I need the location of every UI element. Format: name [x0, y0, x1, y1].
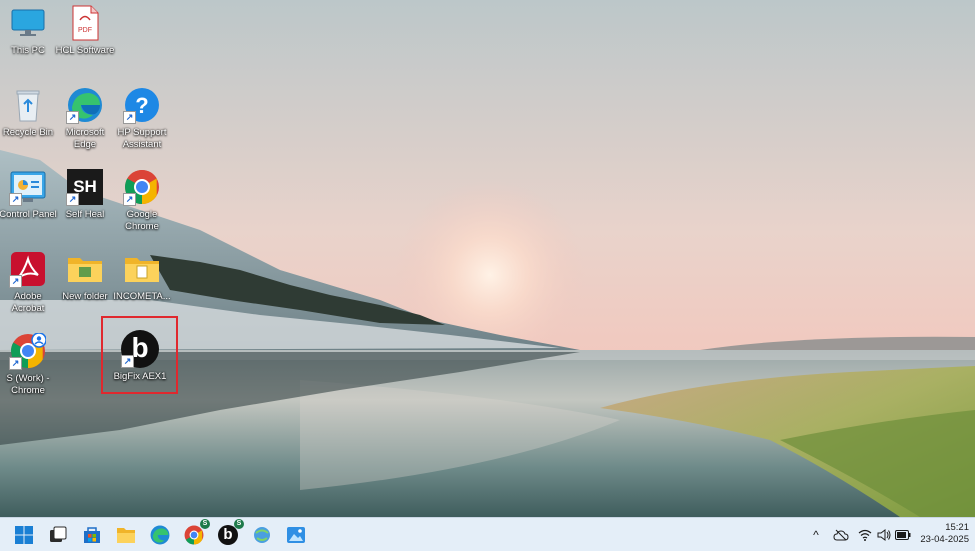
desktop-icon-self-heal[interactable]: SH ↗ Self Heal — [57, 168, 113, 221]
recycle-bin-icon — [9, 86, 47, 124]
desktop-icon-label: New folder — [62, 291, 108, 302]
desktop-icon-adobe-acrobat[interactable]: ↗ Adobe Acrobat — [0, 250, 56, 315]
clock-time: 15:21 — [945, 522, 969, 533]
desktop-icon-label: Self Heal — [65, 209, 105, 220]
monitor-icon — [9, 4, 47, 42]
svg-text:PDF: PDF — [78, 27, 92, 34]
cloud-offline-icon[interactable] — [831, 518, 851, 551]
desktop-icon-label: S (Work) - Chrome — [6, 373, 50, 396]
shortcut-arrow-icon: ↗ — [123, 111, 136, 124]
desktop-icon-label: This PC — [11, 45, 45, 56]
chrome-profile-icon: ↗ — [9, 332, 47, 370]
tray-overflow-chevron[interactable]: ^ — [808, 518, 824, 551]
control-panel-icon: ↗ — [9, 168, 47, 206]
microsoft-store-icon[interactable] — [79, 522, 105, 548]
bigfix-icon[interactable]: b S — [215, 519, 244, 548]
shortcut-arrow-icon: ↗ — [66, 193, 79, 206]
profile-badge: S — [200, 519, 210, 529]
clock-date: 23-04-2025 — [920, 534, 969, 545]
edge-icon[interactable] — [147, 522, 173, 548]
desktop-icon-control-panel[interactable]: ↗ Control Panel — [0, 168, 57, 221]
desktop-icon-label: HP Support Assistant — [117, 127, 167, 150]
remote-desktop-icon[interactable] — [249, 522, 275, 548]
acrobat-icon: ↗ — [9, 250, 47, 288]
desktop-icon-incometax-folder[interactable]: INCOMETA... — [113, 250, 171, 303]
task-view-icon[interactable] — [45, 522, 71, 548]
desktop-icon-label: Microsoft Edge — [65, 127, 105, 150]
volume-icon[interactable] — [875, 518, 893, 551]
desktop-icon-label: Recycle Bin — [2, 127, 54, 138]
folder-icon — [66, 250, 104, 288]
desktop-icon-recycle-bin[interactable]: Recycle Bin — [0, 86, 56, 139]
chrome-work-icon[interactable]: S — [181, 519, 210, 548]
svg-text:?: ? — [135, 93, 148, 118]
photos-icon[interactable] — [283, 522, 309, 548]
battery-icon[interactable] — [894, 518, 912, 551]
desktop-icon-hcl-software[interactable]: PDF HCL Software — [55, 4, 115, 57]
file-explorer-icon[interactable] — [113, 522, 139, 548]
desktop-icon-label: HCL Software — [55, 45, 115, 56]
shortcut-arrow-icon: ↗ — [9, 357, 22, 370]
chrome-icon: ↗ — [123, 168, 161, 206]
folder-icon — [123, 250, 161, 288]
profile-badge: S — [234, 519, 244, 529]
taskbar-clock[interactable]: 15:21 23-04-2025 — [920, 522, 969, 546]
desktop-icon-label: Adobe Acrobat — [11, 291, 45, 314]
help-question-icon: ? ↗ — [123, 86, 161, 124]
windows-start-icon[interactable] — [11, 522, 37, 548]
shortcut-arrow-icon: ↗ — [66, 111, 79, 124]
desktop-icon-microsoft-edge[interactable]: ↗ Microsoft Edge — [57, 86, 113, 151]
edge-icon: ↗ — [66, 86, 104, 124]
desktop-icon-label: INCOMETA... — [113, 291, 171, 302]
desktop-icon-chrome-work[interactable]: ↗ S (Work) - Chrome — [0, 332, 56, 397]
desktop-icon-label: Google Chrome — [125, 209, 159, 232]
taskbar: S b S ^ 15:21 23-04-2025 — [0, 517, 975, 551]
desktop-icon-label: Control Panel — [0, 209, 57, 220]
desktop-icon-this-pc[interactable]: This PC — [0, 4, 56, 57]
pdf-file-icon: PDF — [66, 4, 104, 42]
desktop-icon-google-chrome[interactable]: ↗ Google Chrome — [114, 168, 170, 233]
desktop-icon-new-folder[interactable]: New folder — [57, 250, 113, 303]
desktop-icon-hp-support-assistant[interactable]: ? ↗ HP Support Assistant — [114, 86, 170, 151]
selection-highlight — [101, 316, 178, 394]
shortcut-arrow-icon: ↗ — [9, 275, 22, 288]
wifi-icon[interactable] — [856, 518, 874, 551]
shortcut-arrow-icon: ↗ — [123, 193, 136, 206]
shortcut-arrow-icon: ↗ — [9, 193, 22, 206]
self-heal-icon: SH ↗ — [66, 168, 104, 206]
